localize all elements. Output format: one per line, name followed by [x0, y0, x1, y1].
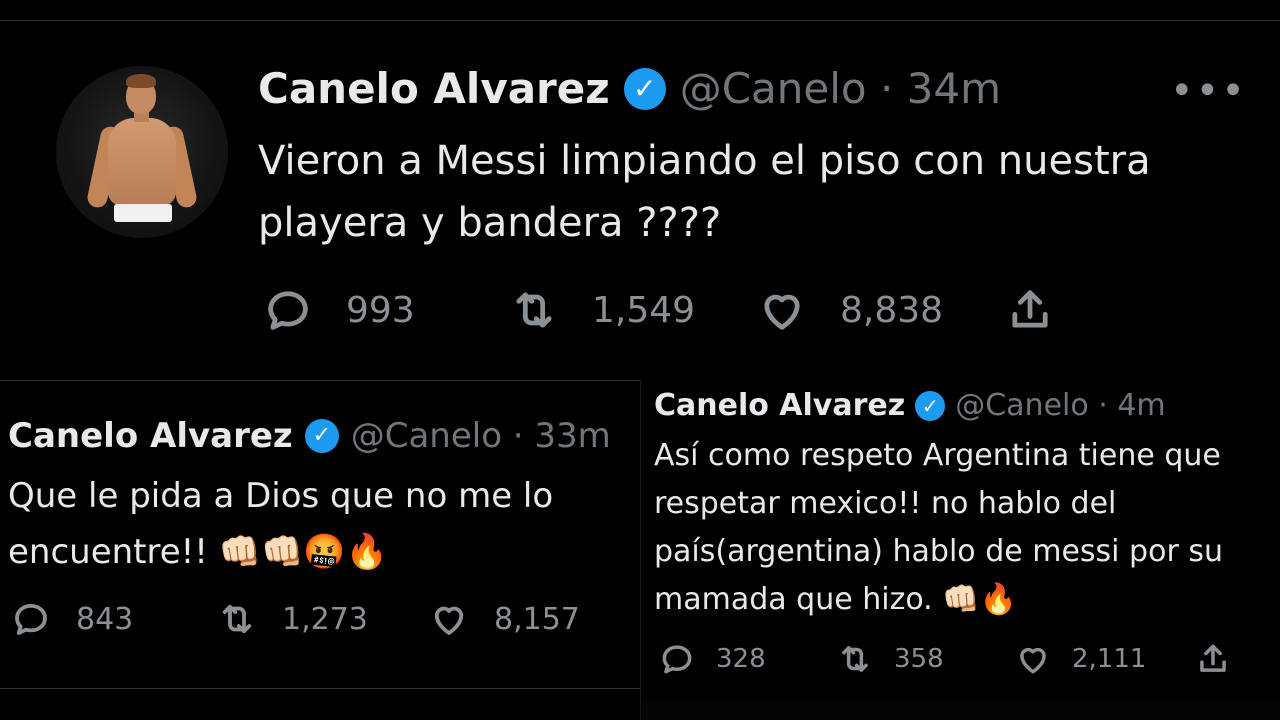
reply-count: 843: [76, 601, 134, 637]
reply-icon: [268, 291, 308, 330]
reply-count: 993: [346, 289, 415, 331]
avatar[interactable]: [56, 66, 228, 238]
retweet-icon: [516, 292, 552, 328]
retweet-button[interactable]: 358: [836, 640, 944, 678]
author-name[interactable]: Canelo Alvarez: [258, 64, 610, 113]
author-name[interactable]: Canelo Alvarez: [8, 416, 293, 456]
left-tweet-header: Canelo Alvarez ✓ @Canelo · 33m: [8, 416, 636, 456]
like-icon: [764, 294, 800, 330]
retweet-count: 1,549: [592, 289, 696, 331]
like-button[interactable]: 8,838: [756, 284, 943, 336]
reply-count: 328: [716, 644, 766, 674]
retweet-icon: [842, 646, 868, 672]
reply-button[interactable]: 993: [262, 284, 415, 336]
verified-badge-icon: ✓: [623, 67, 666, 110]
reply-button[interactable]: 328: [658, 640, 766, 678]
top-divider: [0, 20, 1280, 21]
share-icon: [1012, 290, 1048, 328]
bottom-edge: [641, 700, 1280, 720]
panel-separator: [640, 380, 641, 720]
reply-button[interactable]: 843: [10, 598, 133, 640]
like-icon: [434, 606, 464, 635]
author-handle-time[interactable]: @Canelo · 34m: [680, 64, 1001, 113]
main-tweet-header: Canelo Alvarez ✓ @Canelo · 34m: [258, 64, 1001, 113]
right-tweet-header: Canelo Alvarez ✓ @Canelo · 4m: [654, 388, 1166, 423]
share-button[interactable]: [1194, 640, 1252, 678]
retweet-icon: [222, 604, 252, 634]
retweet-count: 358: [894, 644, 944, 674]
like-icon: [1020, 647, 1046, 674]
like-count: 8,838: [840, 289, 944, 331]
left-tweet-text: Que le pida a Dios que no me lo encuentr…: [8, 476, 554, 572]
verified-badge-icon: ✓: [304, 419, 339, 453]
share-icon: [1200, 644, 1226, 672]
main-tweet-text: Vieron a Messi limpiando el piso con nue…: [258, 138, 1151, 246]
retweet-button[interactable]: 1,549: [508, 284, 695, 336]
more-icon[interactable]: •••: [1170, 68, 1247, 114]
like-button[interactable]: 2,111: [1014, 640, 1146, 678]
right-tweet-text: Así como respeto Argentina tiene que res…: [654, 438, 1223, 617]
divider: [0, 688, 640, 689]
author-handle-time[interactable]: @Canelo · 33m: [351, 416, 611, 456]
like-count: 8,157: [494, 601, 580, 637]
retweet-button[interactable]: 1,273: [216, 598, 368, 640]
verified-badge-icon: ✓: [915, 390, 946, 421]
author-name[interactable]: Canelo Alvarez: [654, 388, 905, 423]
retweet-count: 1,273: [282, 601, 368, 637]
divider: [0, 380, 640, 381]
author-handle-time[interactable]: @Canelo · 4m: [955, 388, 1165, 423]
share-button[interactable]: [1004, 284, 1088, 336]
reply-icon: [662, 645, 692, 674]
reply-icon: [15, 603, 47, 635]
like-button[interactable]: 8,157: [428, 598, 580, 640]
like-count: 2,111: [1072, 644, 1147, 674]
